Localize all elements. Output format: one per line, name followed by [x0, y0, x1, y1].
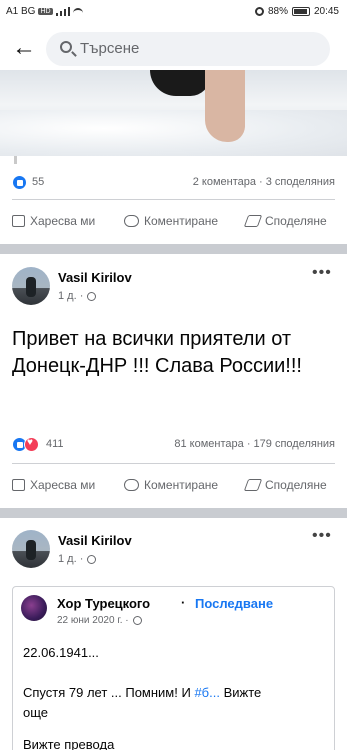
post-time: 1 д. ·: [58, 290, 97, 302]
photo-edge: [14, 156, 17, 164]
share-label: Споделяне: [265, 478, 327, 492]
search-icon: [60, 41, 72, 53]
globe-icon: [132, 616, 142, 625]
comments-shares-count[interactable]: 2 коментара · 3 споделяния: [193, 176, 335, 188]
like-reaction-icon: [12, 175, 27, 190]
search-input[interactable]: Търсене: [46, 32, 330, 66]
post-actions: Харесва ми Коментиране Споделяне: [0, 210, 347, 234]
like-label: Харесва ми: [30, 214, 96, 228]
globe-icon: [87, 291, 97, 301]
post-time-label: 1 д. ·: [58, 553, 84, 565]
comment-button[interactable]: Коментиране: [124, 214, 218, 228]
shared-text-line: Спустя 79 лет ... Помним! И #б... Вижте: [23, 685, 328, 700]
shared-time: 22 юни 2020 г. ·: [57, 615, 142, 626]
love-reaction-icon: [24, 437, 39, 452]
follow-button[interactable]: Последване: [195, 596, 273, 611]
comment-icon: [124, 479, 139, 491]
post-separator: [0, 244, 347, 254]
like-button[interactable]: Харесва ми: [12, 214, 95, 228]
post-separator: [0, 508, 347, 518]
hashtag-link[interactable]: #б...: [194, 685, 220, 700]
reactions-summary[interactable]: 411 81 коментара · 179 споделяния: [12, 434, 335, 454]
clock: 20:45: [313, 6, 339, 17]
comment-button[interactable]: Коментиране: [124, 478, 218, 492]
comments-shares-count[interactable]: 81 коментара · 179 споделяния: [174, 438, 335, 450]
globe-icon: [87, 554, 97, 564]
share-label: Споделяне: [265, 214, 327, 228]
share-button[interactable]: Споделяне: [243, 478, 327, 492]
shared-text-line: 22.06.1941...: [23, 645, 99, 660]
comment-label: Коментиране: [144, 478, 219, 492]
thumbs-up-icon: [12, 215, 25, 227]
post-actions: Харесва ми Коментиране Споделяне: [0, 474, 347, 498]
carrier-label: A1 BG: [6, 6, 36, 17]
status-bar: A1 BG HD 88% 20:45: [0, 0, 347, 24]
post-time-label: 1 д. ·: [58, 290, 84, 302]
thumbs-up-icon: [12, 479, 25, 491]
see-more-link[interactable]: Вижте: [220, 685, 262, 700]
see-more-link[interactable]: още: [23, 705, 48, 720]
share-icon: [243, 479, 263, 491]
signal-icon: [55, 7, 70, 16]
reaction-count: 411: [46, 438, 64, 450]
top-bar: ← Търсене: [0, 28, 347, 70]
comment-label: Коментиране: [144, 214, 219, 228]
reaction-count: 55: [32, 176, 45, 188]
avatar[interactable]: [12, 267, 50, 305]
separator-dot: ·: [181, 595, 186, 610]
wifi-icon: [72, 7, 83, 16]
post-photo[interactable]: [0, 70, 347, 156]
see-translation-link[interactable]: Вижте превода: [23, 737, 114, 750]
like-button[interactable]: Харесва ми: [12, 478, 95, 492]
share-button[interactable]: Споделяне: [243, 214, 327, 228]
alarm-icon: [254, 7, 264, 16]
shared-post-card[interactable]: Хор Турецкого · Последване 22 юни 2020 г…: [12, 586, 335, 750]
shared-text: Спустя 79 лет ... Помним! И: [23, 685, 195, 700]
shared-time-label: 22 юни 2020 г. ·: [57, 615, 129, 626]
post-author[interactable]: Vasil Kirilov: [58, 270, 132, 285]
comment-icon: [124, 215, 139, 227]
more-options-icon[interactable]: •••: [312, 527, 332, 545]
battery-icon: [291, 7, 310, 16]
share-icon: [243, 215, 263, 227]
post-text: Привет на всички приятели от Донецк-ДНР …: [12, 328, 302, 377]
divider: [12, 463, 335, 464]
avatar[interactable]: [12, 530, 50, 568]
page-avatar[interactable]: [21, 595, 47, 621]
post-time: 1 д. ·: [58, 553, 97, 565]
hd-badge: HD: [38, 8, 53, 15]
like-label: Харесва ми: [30, 478, 96, 492]
reactions-summary[interactable]: 55 2 коментара · 3 споделяния: [12, 172, 335, 192]
battery-percent: 88%: [267, 6, 288, 17]
post-author[interactable]: Vasil Kirilov: [58, 533, 132, 548]
divider: [12, 199, 335, 200]
search-placeholder: Търсене: [80, 40, 140, 57]
back-arrow-icon[interactable]: ←: [12, 36, 36, 60]
more-options-icon[interactable]: •••: [312, 264, 332, 282]
shared-author[interactable]: Хор Турецкого: [57, 596, 150, 611]
